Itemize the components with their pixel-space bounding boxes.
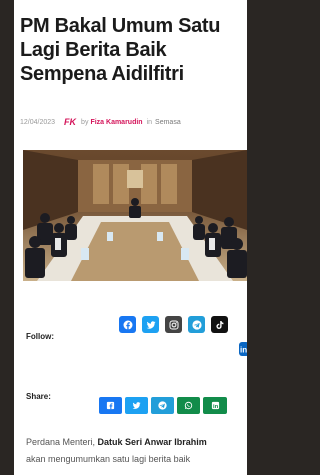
follow-tiktok-button[interactable] [211,316,228,333]
follow-facebook-button[interactable] [119,316,136,333]
twitter-icon [132,402,141,409]
tiktok-icon [215,320,223,329]
article-excerpt: Perdana Menteri, Datuk Seri Anwar Ibrahi… [26,434,247,468]
linkedin-icon: in [240,346,247,355]
share-whatsapp-button[interactable] [177,397,200,414]
share-twitter-button[interactable] [125,397,148,414]
share-linkedin-button[interactable]: in [203,397,227,414]
telegram-icon [158,401,167,410]
title-line-1: PM Bakal Umum Satu [20,15,221,37]
follow-twitter-button[interactable] [142,316,159,333]
title-line-3: Sempena Aidilfitri [20,63,184,85]
title-line-2: Lagi Berita Baik [20,39,167,61]
facebook-icon [123,320,132,329]
article-meta: 12/04/2023 FK by Fiza Kamarudin in Semas… [20,117,181,127]
linkedin-icon: in [211,401,219,410]
follow-linkedin-button[interactable]: in [239,342,247,356]
telegram-icon [191,319,202,330]
excerpt-person: Datuk Seri Anwar Ibrahim [97,437,207,447]
in-prefix: in [146,118,153,126]
follow-instagram-button[interactable] [165,316,182,333]
svg-text:in: in [240,346,247,355]
follow-telegram-button[interactable] [188,316,205,333]
excerpt-line-2: akan mengumumkan satu lagi berita baik [26,454,191,464]
category-link[interactable]: Semasa [155,119,181,126]
article-title: PM Bakal Umum Satu Lagi Berita Baik Semp… [20,14,247,86]
svg-text:in: in [212,404,218,410]
instagram-icon [169,320,178,329]
publish-date: 12/04/2023 [20,118,56,126]
whatsapp-icon [184,401,193,410]
by-prefix: by [81,118,89,126]
excerpt-lead: Perdana Menteri, [26,437,98,447]
twitter-icon [146,320,155,329]
author-link[interactable]: Fiza Kamarudin [90,119,142,126]
share-label: Share: [26,392,51,401]
facebook-icon [106,401,115,410]
follow-label: Follow: [26,332,54,341]
page-background: PM Bakal Umum Satu Lagi Berita Baik Semp… [0,0,247,475]
site-logo[interactable]: FK [64,117,76,127]
article-card: PM Bakal Umum Satu Lagi Berita Baik Semp… [14,0,247,475]
meeting-room-photo [23,150,247,281]
featured-image [23,150,247,281]
share-facebook-button[interactable] [99,397,122,414]
share-telegram-button[interactable] [151,397,174,414]
